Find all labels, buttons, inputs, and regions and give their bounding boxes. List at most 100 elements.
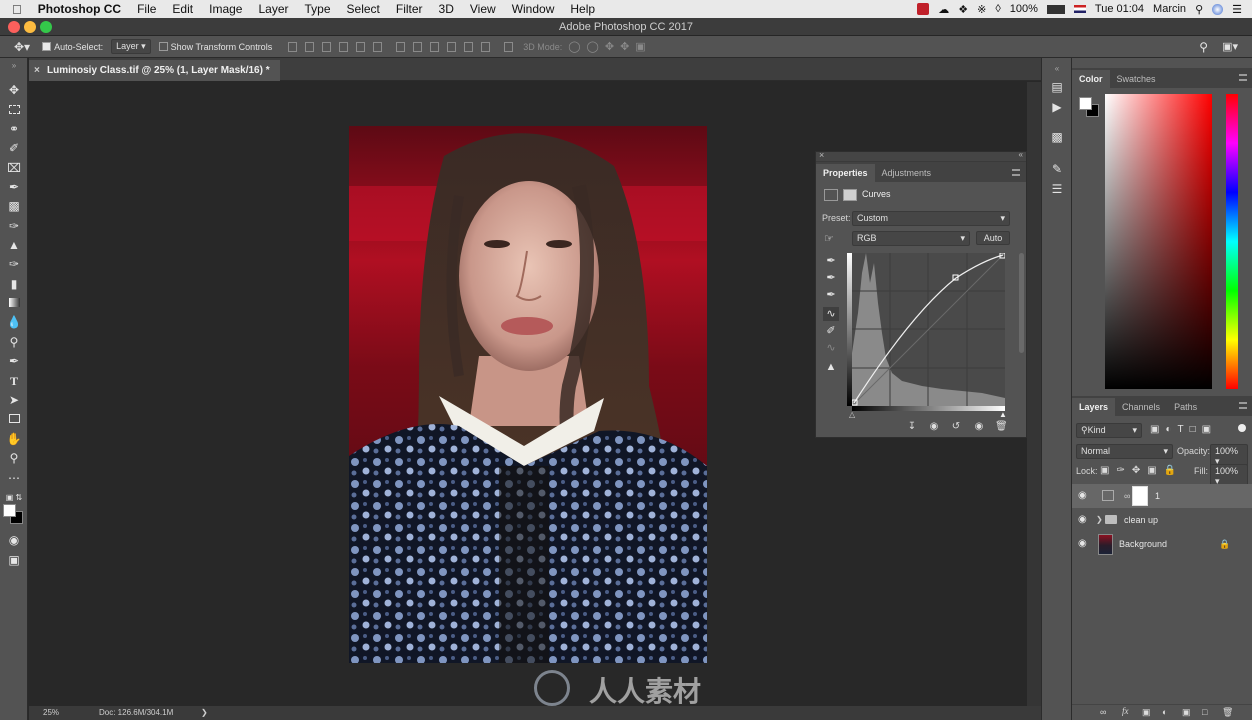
zoom-window-button[interactable] (40, 21, 52, 33)
input-source-icon[interactable] (1073, 5, 1086, 13)
eraser-tool-icon[interactable]: ▮ (5, 276, 23, 292)
tab-color[interactable]: Color (1072, 70, 1110, 88)
collapse-panel-icon[interactable]: « (1019, 150, 1023, 159)
layer-visibility-eye-icon[interactable]: ◉ (1078, 532, 1088, 556)
distribute-vcenter-icon[interactable] (413, 41, 423, 52)
clone-stamp-tool-icon[interactable]: ▲ (5, 237, 23, 253)
clone-source-icon[interactable]: ▩ (1050, 130, 1064, 144)
tab-properties[interactable]: Properties (816, 164, 875, 182)
notification-center-icon[interactable]: ☰ (1232, 3, 1242, 16)
quick-selection-tool-icon[interactable]: ✐ (5, 140, 23, 156)
align-bottom-icon[interactable] (322, 41, 332, 52)
tab-channels[interactable]: Channels (1115, 398, 1167, 416)
group-expand-arrow-icon[interactable]: ❯ (1096, 508, 1103, 532)
menu-edit[interactable]: Edit (164, 2, 201, 16)
adjustment-sliders-icon[interactable]: ☰ (1050, 182, 1064, 196)
hue-slider[interactable] (1226, 94, 1238, 389)
targeted-adjustment-icon[interactable]: ☞ (824, 232, 834, 245)
black-point-eyedropper-icon[interactable]: ✒ (823, 254, 839, 268)
align-right-icon[interactable] (373, 41, 383, 52)
distribute-top-icon[interactable] (396, 41, 406, 52)
tab-paths[interactable]: Paths (1167, 398, 1204, 416)
mask-link-icon[interactable]: ∞ (1124, 484, 1130, 508)
layer-filter-dropdown[interactable]: ⚲Kind ▾ (1076, 423, 1142, 438)
tab-swatches[interactable]: Swatches (1110, 70, 1163, 88)
draw-curve-icon[interactable]: ✐ (823, 324, 839, 338)
history-brush-tool-icon[interactable]: ✑ (5, 256, 23, 272)
show-transform-group[interactable]: Show Transform Controls (158, 42, 272, 52)
align-hcenter-icon[interactable] (356, 41, 366, 52)
layer-name[interactable]: 1 (1155, 484, 1160, 508)
layer-visibility-eye-icon[interactable]: ◉ (1078, 508, 1088, 532)
collapse-toolbar-icon[interactable]: » (5, 62, 23, 70)
auto-button[interactable]: Auto (976, 231, 1010, 245)
auto-select-dropdown[interactable]: Layer ▾ (111, 39, 151, 54)
screen-mode-icon[interactable]: ▣ (5, 552, 23, 568)
user-name[interactable]: Marcin (1153, 3, 1186, 15)
crop-tool-icon[interactable]: ⌧ (5, 160, 23, 176)
layer-row[interactable]: ◉ ∞ 1 (1072, 484, 1252, 508)
properties-panel-header[interactable]: × « (816, 150, 1026, 162)
path-selection-tool-icon[interactable]: ➤ (5, 392, 23, 408)
quick-mask-icon[interactable]: ◉ (5, 532, 23, 548)
rectangle-tool-icon[interactable] (5, 411, 23, 427)
more-tools-icon[interactable]: ⋯ (5, 470, 23, 486)
menu-select[interactable]: Select (339, 2, 388, 16)
white-point-eyedropper-icon[interactable]: ✒ (823, 288, 839, 302)
color-saturation-field[interactable] (1105, 94, 1212, 389)
battery-percent[interactable]: 100% (1010, 3, 1038, 15)
black-input-slider[interactable]: △ (849, 410, 855, 419)
layer-row[interactable]: ◉ ❯ clean up (1072, 508, 1252, 532)
close-window-button[interactable] (8, 21, 20, 33)
preset-dropdown[interactable]: Custom ▾ (852, 211, 1010, 226)
layer-name[interactable]: clean up (1124, 508, 1158, 532)
layer-filter-icons[interactable]: ▣◐T□▣ (1150, 424, 1217, 435)
menu-3d[interactable]: 3D (431, 2, 462, 16)
workspace-switcher-icon[interactable]: ▣▾ (1222, 40, 1238, 53)
red-status-icon[interactable] (917, 3, 930, 15)
gradient-tool-icon[interactable] (5, 295, 23, 311)
document-tab[interactable]: × Luminosiy Class.tif @ 25% (1, Layer Ma… (29, 60, 280, 81)
close-panel-icon[interactable]: × (819, 150, 824, 160)
tab-layers[interactable]: Layers (1072, 398, 1116, 416)
apple-icon[interactable]:  (0, 2, 30, 17)
pen-tool-icon[interactable]: ✒ (5, 353, 23, 369)
healing-brush-tool-icon[interactable]: ▩ (5, 198, 23, 214)
layer-mask-thumbnail[interactable] (1132, 486, 1148, 506)
zoom-tool-icon[interactable]: ⚲ (5, 450, 23, 466)
blend-mode-dropdown[interactable]: Normal ▾ (1076, 444, 1173, 459)
clipping-warning-icon[interactable]: ▲ (823, 360, 839, 374)
close-document-icon[interactable]: × (34, 60, 40, 81)
new-layer-icon[interactable]: □ (1202, 707, 1207, 717)
distribute-left-icon[interactable] (447, 41, 457, 52)
expand-dock-icon[interactable]: « (1050, 62, 1064, 76)
curves-adjustment-icon[interactable] (824, 189, 838, 201)
move-tool-icon[interactable]: ✥ (5, 82, 23, 98)
layer-name[interactable]: Background (1119, 532, 1167, 556)
align-vcenter-icon[interactable] (305, 41, 315, 52)
brush-presets-icon[interactable]: ✎ (1050, 162, 1064, 176)
new-adjustment-layer-icon[interactable]: ◐ (1162, 707, 1167, 717)
status-menu-arrow-icon[interactable]: ❯ (201, 706, 208, 720)
toggle-visibility-icon[interactable]: ◉ (973, 421, 985, 433)
reset-adjustment-icon[interactable]: ↺ (950, 421, 962, 433)
clock[interactable]: Tue 01:04 (1095, 3, 1144, 15)
brush-tool-icon[interactable]: ✑ (5, 218, 23, 234)
menu-view[interactable]: View (462, 2, 504, 16)
doc-size[interactable]: Doc: 126.6M/304.1M (99, 706, 173, 720)
layer-mask-icon[interactable] (843, 189, 857, 201)
document-image[interactable] (349, 126, 707, 663)
hand-tool-icon[interactable]: ✋ (5, 431, 23, 447)
show-transform-checkbox[interactable] (158, 42, 168, 51)
layer-row[interactable]: ◉ Background 🔒 (1072, 532, 1252, 556)
app-menu[interactable]: Photoshop CC (30, 2, 129, 16)
history-panel-icon[interactable]: ▤ (1050, 80, 1064, 94)
view-previous-state-icon[interactable]: ◉ (928, 421, 940, 433)
smooth-curve-icon[interactable]: ∿ (823, 341, 839, 355)
auto-select-checkbox[interactable] (42, 42, 52, 51)
auto-align-icon[interactable] (504, 41, 514, 52)
spotlight-search-icon[interactable]: ⚲ (1195, 3, 1203, 16)
add-mask-icon[interactable]: ▣ (1142, 707, 1151, 718)
canvas-vertical-scrollbar[interactable] (1027, 82, 1041, 706)
siri-icon[interactable] (1212, 3, 1224, 15)
